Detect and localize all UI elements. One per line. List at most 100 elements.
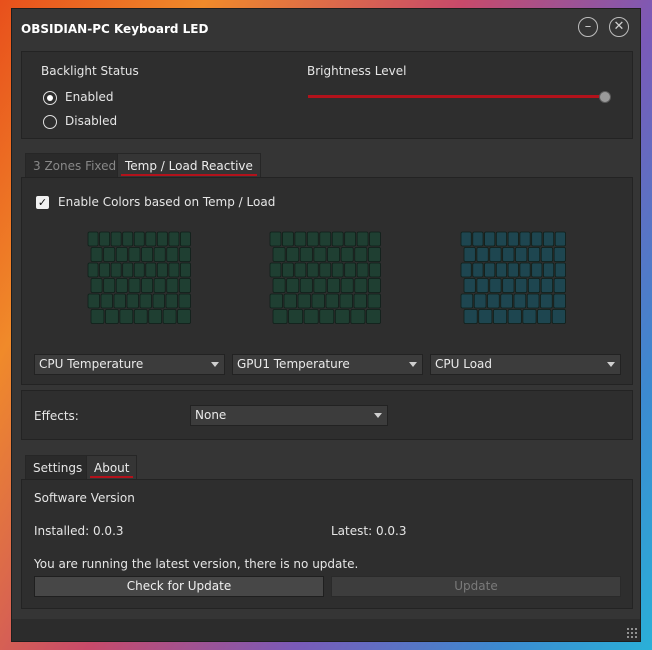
tab-label: Temp / Load Reactive: [125, 159, 253, 173]
key-cap: [178, 293, 191, 309]
key-cap: [543, 262, 555, 278]
key-cap: [344, 231, 357, 247]
zone-3-source-select[interactable]: CPU Load: [430, 354, 621, 375]
key-cap: [128, 247, 141, 262]
key-cap: [166, 278, 179, 293]
tab-active-underline: [90, 476, 134, 478]
key-cap: [294, 262, 307, 278]
key-cap: [327, 278, 341, 293]
enable-colors-checkbox[interactable]: ✓: [36, 196, 49, 209]
combo-value: GPU1 Temperature: [237, 357, 350, 371]
key-cap: [177, 309, 191, 324]
key-cap: [344, 262, 357, 278]
radio-disabled[interactable]: [43, 115, 57, 129]
key-cap: [540, 293, 553, 309]
tab-label: About: [94, 461, 130, 475]
installed-version: Installed: 0.0.3: [34, 524, 124, 538]
update-button[interactable]: Update: [331, 576, 621, 597]
key-cap: [484, 262, 496, 278]
key-cap: [128, 278, 141, 293]
about-panel: Software Version Installed: 0.0.3 Latest…: [21, 479, 633, 609]
key-cap: [139, 293, 152, 309]
radio-disabled-label[interactable]: Disabled: [65, 114, 117, 128]
key-cap: [133, 262, 145, 278]
keyboard-zone-1-preview: [87, 231, 191, 324]
brightness-slider-handle[interactable]: [599, 91, 611, 103]
key-cap: [356, 262, 369, 278]
key-cap: [141, 247, 154, 262]
key-cap: [272, 309, 288, 324]
key-cap: [103, 278, 116, 293]
radio-enabled-label[interactable]: Enabled: [65, 90, 114, 104]
key-cap: [113, 293, 126, 309]
tab-temp-load-reactive[interactable]: Temp / Load Reactive: [117, 153, 261, 177]
key-cap: [303, 309, 319, 324]
key-cap: [487, 293, 500, 309]
effects-select[interactable]: None: [190, 405, 388, 426]
title-bar[interactable]: OBSIDIAN-PC Keyboard LED – ✕: [12, 9, 640, 49]
checkmark-icon: ✓: [37, 196, 48, 209]
tab-label: 3 Zones Fixed: [33, 159, 117, 173]
tab-settings[interactable]: Settings: [25, 455, 91, 479]
key-cap: [283, 293, 297, 309]
key-cap: [460, 293, 474, 309]
key-cap: [489, 247, 502, 262]
key-cap: [553, 278, 566, 293]
key-cap: [340, 278, 354, 293]
keyboard-zone-3-preview: [460, 231, 566, 324]
key-cap: [522, 309, 537, 324]
radio-enabled[interactable]: [43, 91, 57, 105]
key-cap: [369, 262, 381, 278]
effects-label: Effects:: [34, 409, 79, 423]
key-cap: [145, 231, 157, 247]
key-cap: [553, 247, 566, 262]
key-cap: [339, 293, 353, 309]
key-cap: [515, 247, 528, 262]
close-icon[interactable]: ✕: [609, 17, 629, 37]
key-cap: [356, 231, 369, 247]
key-cap: [463, 278, 476, 293]
key-cap: [515, 278, 528, 293]
key-cap: [527, 278, 541, 293]
chevron-down-icon: [607, 362, 615, 367]
tab-3-zones-fixed[interactable]: 3 Zones Fixed: [25, 153, 125, 177]
key-cap: [272, 247, 286, 262]
check-for-update-button[interactable]: Check for Update: [34, 576, 324, 597]
brightness-slider-track[interactable]: [308, 95, 608, 98]
key-cap: [354, 247, 368, 262]
key-cap: [152, 293, 165, 309]
key-cap: [133, 309, 148, 324]
key-cap: [543, 231, 555, 247]
app-window: OBSIDIAN-PC Keyboard LED – ✕ Backlight S…: [11, 8, 641, 642]
key-cap: [110, 262, 122, 278]
key-cap: [286, 278, 300, 293]
key-cap: [460, 231, 472, 247]
minimize-icon[interactable]: –: [578, 17, 598, 37]
zone-2-source-select[interactable]: GPU1 Temperature: [232, 354, 423, 375]
key-cap: [297, 293, 311, 309]
key-cap: [153, 278, 166, 293]
key-cap: [367, 278, 381, 293]
key-cap: [269, 293, 283, 309]
key-cap: [478, 309, 493, 324]
key-cap: [286, 247, 300, 262]
key-cap: [354, 278, 368, 293]
key-cap: [122, 262, 134, 278]
key-cap: [367, 247, 381, 262]
tab-about[interactable]: About: [86, 455, 138, 479]
key-cap: [554, 262, 566, 278]
key-cap: [350, 309, 366, 324]
latest-version: Latest: 0.0.3: [331, 524, 407, 538]
key-cap: [367, 293, 381, 309]
key-cap: [319, 262, 332, 278]
enable-colors-label[interactable]: Enable Colors based on Temp / Load: [58, 195, 275, 209]
key-cap: [507, 231, 519, 247]
key-cap: [299, 278, 313, 293]
key-cap: [493, 309, 508, 324]
resize-grip-icon[interactable]: [626, 627, 638, 639]
key-cap: [340, 247, 354, 262]
key-cap: [325, 293, 339, 309]
zone-1-source-select[interactable]: CPU Temperature: [34, 354, 225, 375]
combo-value: CPU Temperature: [39, 357, 144, 371]
key-cap: [269, 231, 282, 247]
